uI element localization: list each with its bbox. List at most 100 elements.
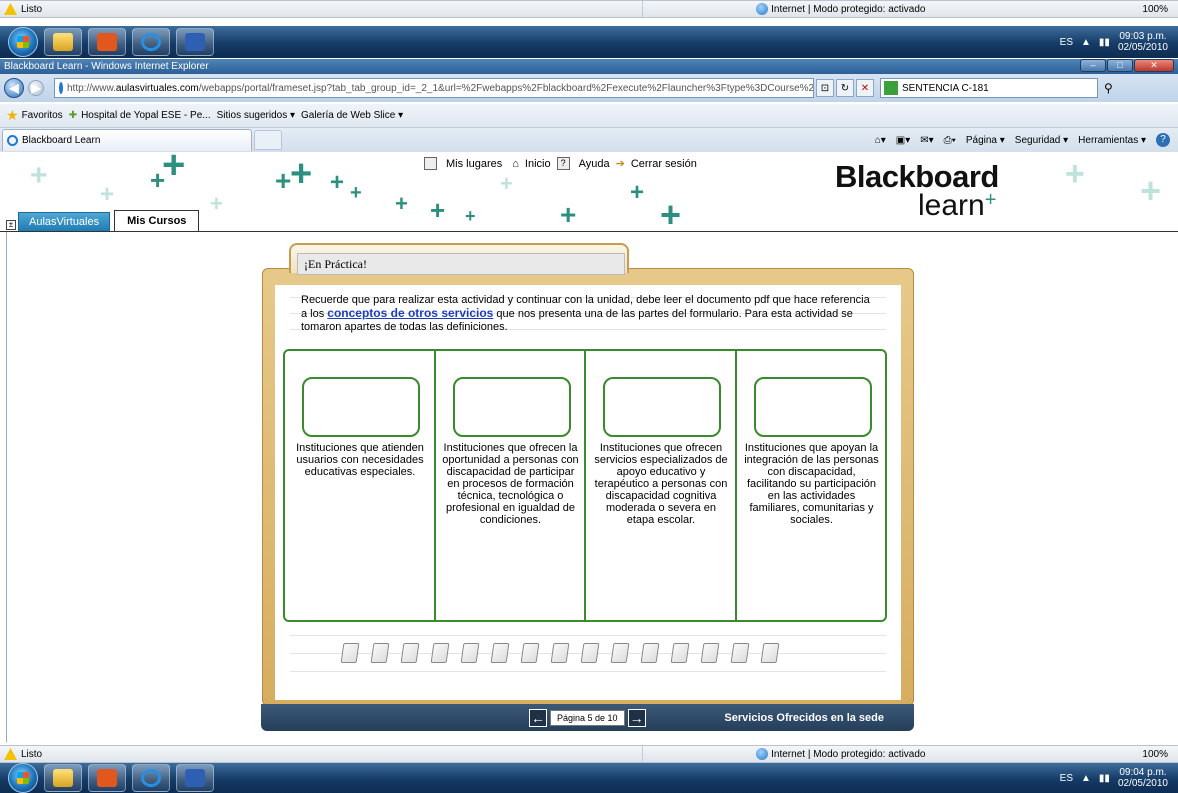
- ie-taskbar-button[interactable]: [132, 28, 170, 56]
- draggable-card[interactable]: [460, 643, 480, 663]
- feeds-icon[interactable]: ▣▾: [896, 135, 910, 146]
- start-button[interactable]: [8, 27, 38, 57]
- tab-mis-cursos[interactable]: Mis Cursos: [114, 210, 200, 232]
- draggable-card[interactable]: [340, 643, 360, 663]
- tab-aulas-virtuales[interactable]: AulasVirtuales: [18, 212, 111, 232]
- maximize-button[interactable]: □: [1107, 59, 1133, 72]
- page-icon: [59, 82, 63, 94]
- draggable-card[interactable]: [610, 643, 630, 663]
- mail-icon[interactable]: ✉▾: [920, 135, 933, 146]
- compat-view-button[interactable]: ⊡: [816, 79, 834, 97]
- window-title-bar: Blackboard Learn - Windows Internet Expl…: [0, 59, 1178, 74]
- draggable-card[interactable]: [730, 643, 750, 663]
- close-button[interactable]: ✕: [1134, 59, 1174, 72]
- clock[interactable]: 09:04 p.m. 02/05/2010: [1118, 767, 1168, 789]
- tray-arrow-icon[interactable]: ▲: [1081, 773, 1091, 784]
- word-taskbar-button[interactable]: [176, 28, 214, 56]
- draggable-card[interactable]: [580, 643, 600, 663]
- media-taskbar-button[interactable]: [88, 764, 126, 792]
- draggable-card[interactable]: [670, 643, 690, 663]
- add-favorite-icon[interactable]: ✚: [69, 110, 77, 121]
- search-text: SENTENCIA C-181: [902, 82, 989, 94]
- tools-menu[interactable]: Herramientas ▾: [1078, 135, 1146, 146]
- drop-zone[interactable]: [302, 377, 420, 437]
- left-frame-border: [6, 232, 7, 742]
- draggable-card[interactable]: [400, 643, 420, 663]
- link-cerrar-sesion[interactable]: Cerrar sesión: [631, 158, 697, 170]
- browser-tab-row: Blackboard Learn ⌂▾ ▣▾ ✉▾ ⎙▾ Página ▾ Se…: [0, 128, 1178, 152]
- drop-zone[interactable]: [603, 377, 721, 437]
- category-column: Instituciones que atienden usuarios con …: [285, 351, 436, 620]
- clock[interactable]: 09:03 p.m. 02/05/2010: [1118, 31, 1168, 53]
- search-box[interactable]: SENTENCIA C-181: [880, 78, 1098, 98]
- fav-item-sitios[interactable]: Sitios sugeridos ▾: [217, 110, 295, 121]
- language-indicator[interactable]: ES: [1060, 773, 1073, 784]
- media-player-icon: [97, 769, 117, 787]
- top-taskbar: ES ▲ ▮▮ 09:03 p.m. 02/05/2010: [0, 26, 1178, 58]
- home-link-icon: ⌂: [512, 157, 519, 170]
- conceptos-link[interactable]: conceptos de otros servicios: [327, 306, 493, 320]
- draggable-card[interactable]: [640, 643, 660, 663]
- category-column: Instituciones que ofrecen la oportunidad…: [436, 351, 586, 620]
- draggable-card[interactable]: [430, 643, 450, 663]
- page-menu[interactable]: Página ▾: [966, 135, 1005, 146]
- favorites-button[interactable]: Favoritos: [22, 110, 63, 121]
- start-button[interactable]: [8, 763, 38, 793]
- draggable-card[interactable]: [370, 643, 390, 663]
- category-description: Instituciones que apoyan la integración …: [744, 442, 879, 526]
- tab-ie-icon: [7, 135, 18, 146]
- draggable-card[interactable]: [490, 643, 510, 663]
- minimize-button[interactable]: –: [1080, 59, 1106, 72]
- folder-title: ¡En Práctica!: [297, 253, 625, 275]
- browser-tab[interactable]: Blackboard Learn: [2, 129, 252, 151]
- fav-item-galeria[interactable]: Galería de Web Slice ▾: [301, 110, 403, 121]
- print-icon[interactable]: ⎙▾: [944, 135, 956, 146]
- search-icon[interactable]: ⚲: [1104, 81, 1113, 95]
- classification-grid: Instituciones que atienden usuarios con …: [283, 349, 887, 622]
- system-tray: ES ▲ ▮▮ 09:03 p.m. 02/05/2010: [1060, 31, 1178, 53]
- ie-icon: [141, 33, 161, 51]
- help-icon[interactable]: ?: [1156, 133, 1170, 147]
- globe-icon: [756, 3, 769, 15]
- link-ayuda[interactable]: Ayuda: [579, 158, 610, 170]
- drop-zone[interactable]: [452, 377, 571, 437]
- fav-item-hospital[interactable]: Hospital de Yopal ESE - Pe...: [81, 110, 211, 121]
- collapse-icon[interactable]: ±: [6, 220, 16, 230]
- draggable-card[interactable]: [760, 643, 780, 663]
- clock-time: 09:04 p.m.: [1119, 767, 1167, 778]
- folder-icon: [53, 769, 73, 787]
- network-icon[interactable]: ▮▮: [1099, 773, 1110, 784]
- draggable-card[interactable]: [700, 643, 720, 663]
- stop-button[interactable]: ✕: [856, 79, 874, 97]
- explorer-taskbar-button[interactable]: [44, 764, 82, 792]
- forward-button[interactable]: ▶: [28, 80, 44, 96]
- media-taskbar-button[interactable]: [88, 28, 126, 56]
- draggable-card[interactable]: [550, 643, 570, 663]
- new-tab-button[interactable]: [254, 130, 282, 150]
- explorer-taskbar-button[interactable]: [44, 28, 82, 56]
- top-status-bar: Listo Internet | Modo protegido: activad…: [0, 0, 1178, 18]
- link-mis-lugares[interactable]: Mis lugares: [446, 158, 502, 170]
- link-inicio[interactable]: Inicio: [525, 158, 551, 170]
- zoom-level[interactable]: 100%: [1142, 749, 1168, 760]
- security-menu[interactable]: Seguridad ▾: [1015, 135, 1068, 146]
- home-icon[interactable]: ⌂▾: [875, 135, 886, 146]
- back-button[interactable]: ◀: [4, 78, 24, 98]
- language-indicator[interactable]: ES: [1060, 37, 1073, 48]
- warning-icon: [4, 748, 17, 760]
- blackboard-tabs: ± AulasVirtuales Mis Cursos: [6, 210, 200, 232]
- draggable-card[interactable]: [520, 643, 540, 663]
- status-text: Listo: [21, 3, 43, 15]
- tray-arrow-icon[interactable]: ▲: [1081, 37, 1091, 48]
- zoom-level[interactable]: 100%: [1142, 4, 1168, 15]
- word-taskbar-button[interactable]: [176, 764, 214, 792]
- ie-taskbar-button[interactable]: [132, 764, 170, 792]
- next-page-button[interactable]: →: [627, 708, 646, 727]
- previous-page-button[interactable]: ←: [529, 708, 547, 727]
- url-path: /webapps/portal/frameset.jsp?tab_tab_gro…: [198, 82, 814, 94]
- refresh-button[interactable]: ↻: [836, 79, 854, 97]
- network-icon[interactable]: ▮▮: [1099, 37, 1110, 48]
- favorites-bar: ★ Favoritos ✚ Hospital de Yopal ESE - Pe…: [0, 104, 1178, 128]
- drop-zone[interactable]: [753, 377, 872, 437]
- address-bar[interactable]: http://www. aulasvirtuales.com/webapps/po…: [54, 78, 814, 98]
